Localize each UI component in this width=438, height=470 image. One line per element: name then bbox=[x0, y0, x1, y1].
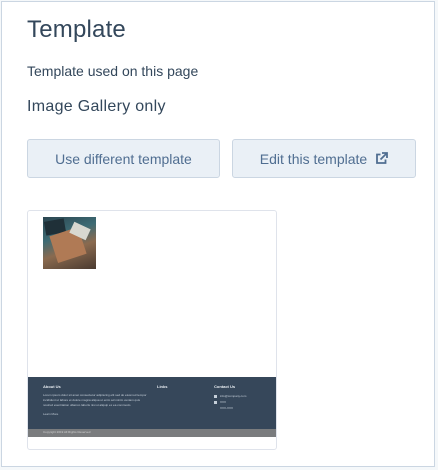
preview-contact-email: info@company.com bbox=[220, 394, 247, 398]
external-link-icon bbox=[375, 152, 389, 165]
use-different-template-button[interactable]: Use different template bbox=[27, 139, 220, 178]
preview-contact-line-3: XXX-XXX bbox=[220, 406, 234, 410]
template-used-label: Template used on this page bbox=[27, 63, 199, 79]
template-panel: Template Template used on this page Imag… bbox=[1, 1, 435, 467]
edit-this-template-button[interactable]: Edit this template bbox=[232, 139, 416, 178]
template-name: Image Gallery only bbox=[27, 98, 166, 115]
preview-about-text-3: nostrud exercitation ullamco laboris nis… bbox=[43, 403, 131, 407]
panel-title: Template bbox=[27, 16, 126, 43]
use-different-template-label: Use different template bbox=[55, 150, 192, 167]
template-preview-thumbnail[interactable]: About Us Lorem ipsum dolor sit amet cons… bbox=[27, 210, 277, 450]
preview-about-heading: About Us bbox=[43, 384, 61, 389]
preview-links-heading: Links bbox=[157, 384, 168, 389]
preview-contact-line-2: XXX bbox=[220, 400, 227, 404]
email-icon bbox=[214, 395, 217, 398]
preview-copyright: Copyright 2019 All Rights Reserved bbox=[43, 430, 91, 434]
preview-footer: About Us Lorem ipsum dolor sit amet cons… bbox=[28, 377, 276, 429]
preview-bottom-bar: Copyright 2019 All Rights Reserved bbox=[28, 429, 276, 437]
edit-template-label: Edit this template bbox=[259, 150, 368, 167]
preview-learn-more-link: Learn More bbox=[43, 412, 59, 416]
phone-icon bbox=[214, 401, 217, 404]
gallery-image bbox=[43, 217, 96, 269]
preview-contact-heading: Contact Us bbox=[214, 384, 236, 389]
